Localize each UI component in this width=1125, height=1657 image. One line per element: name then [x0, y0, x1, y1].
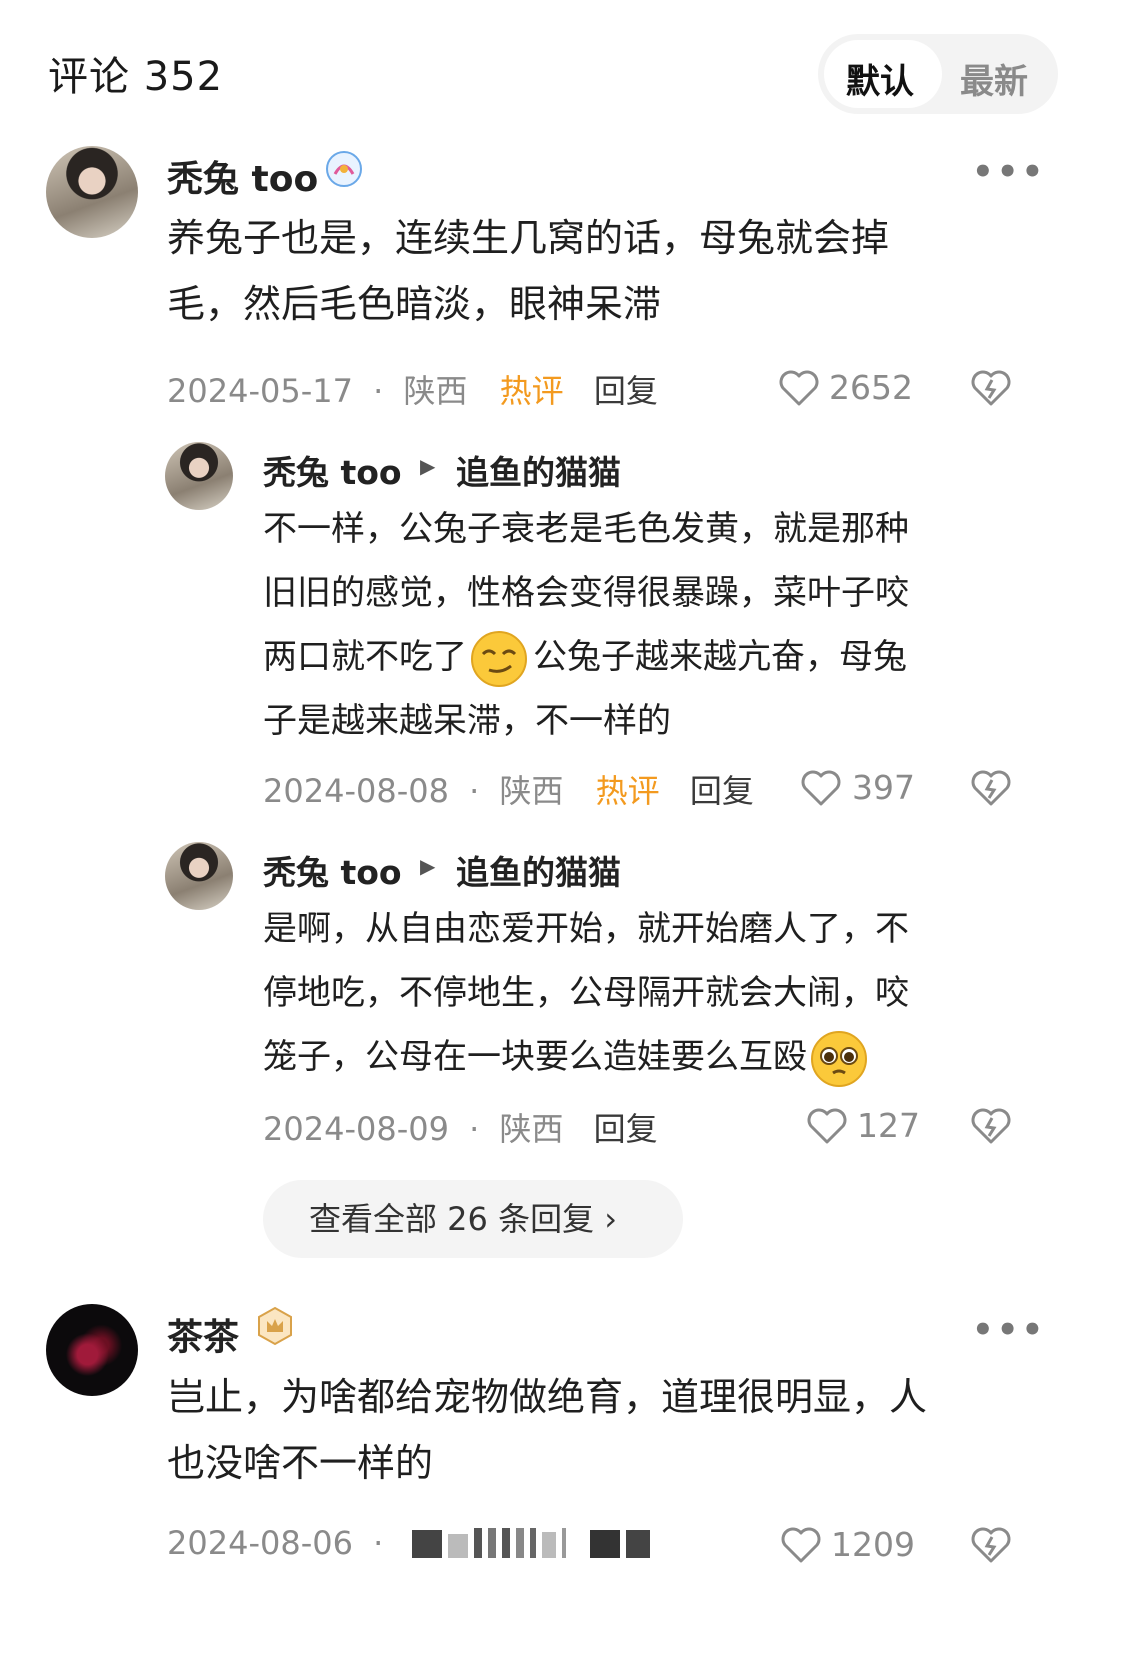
view-all-replies-button[interactable]: 查看全部 26 条回复 ›	[263, 1180, 683, 1258]
crown-badge-icon	[256, 1306, 294, 1346]
like-count: 2652	[829, 368, 913, 407]
comment-date: 2024-08-06	[167, 1524, 353, 1562]
reply-to-arrow-icon: ▶	[420, 854, 436, 878]
reply-button[interactable]: 回复	[594, 372, 658, 410]
more-options-icon[interactable]: •••	[972, 152, 1046, 192]
reply-text-line: 停地吃，不停地生，公母隔开就会大闹，咬	[263, 973, 909, 1013]
reply-location: 陕西	[499, 1110, 564, 1148]
reply-date: 2024-08-09	[263, 1110, 449, 1148]
reply-location: 陕西	[499, 772, 564, 810]
reply-text-line: 是啊，从自由恋爱开始，就开始磨人了，不	[263, 909, 909, 949]
comment-text-line: 也没啥不一样的	[167, 1441, 434, 1485]
reply-username[interactable]: 秃兔 too	[263, 846, 402, 894]
comment-date: 2024-05-17	[167, 372, 353, 410]
reply-text-line: 笼子，公母在一块要么造娃要么互殴	[263, 1037, 807, 1077]
pleading-emoji-icon	[809, 1030, 871, 1088]
sort-default-button[interactable]: 默认	[846, 54, 914, 103]
hot-badge: 热评	[595, 772, 660, 810]
avatar[interactable]	[46, 146, 138, 238]
comment-username[interactable]: 茶茶	[167, 1308, 239, 1360]
reply-text-line: 两口就不吃了	[263, 637, 467, 677]
separator: ·	[469, 1110, 480, 1148]
avatar[interactable]	[46, 1304, 138, 1396]
comment-username[interactable]: 秃兔 too	[167, 150, 318, 202]
dislike-broken-heart-icon[interactable]	[970, 1525, 1012, 1565]
like-heart-icon[interactable]	[806, 1106, 848, 1146]
comment-text-line: 岂止，为啥都给宠物做绝育，道理很明显，人	[167, 1375, 928, 1419]
redacted-location-block	[412, 1524, 652, 1562]
reply-to-username[interactable]: 追鱼的猫猫	[456, 446, 621, 494]
reply-to-arrow-icon: ▶	[420, 454, 436, 478]
reply-text-line: 旧旧的感觉，性格会变得很暴躁，菜叶子咬	[263, 573, 909, 613]
like-count: 397	[852, 768, 915, 807]
reply-date: 2024-08-08	[263, 772, 449, 810]
comment-text-line: 毛，然后毛色暗淡，眼神呆滞	[167, 282, 662, 326]
reply-button[interactable]: 回复	[594, 1110, 658, 1148]
like-heart-icon[interactable]	[778, 368, 820, 408]
comments-title: 评论 352	[48, 54, 224, 100]
dislike-broken-heart-icon[interactable]	[970, 368, 1012, 408]
separator: ·	[469, 772, 480, 810]
reply-username[interactable]: 秃兔 too	[263, 446, 402, 494]
smirk-emoji-icon	[469, 630, 531, 688]
reply-text-line: 不一样，公兔子衰老是毛色发黄，就是那种	[263, 509, 909, 549]
like-count: 127	[857, 1106, 920, 1145]
like-heart-icon[interactable]	[780, 1525, 822, 1565]
separator: ·	[373, 1524, 384, 1562]
comment-location: 陕西	[403, 372, 468, 410]
reply-to-username[interactable]: 追鱼的猫猫	[456, 846, 621, 894]
reply-text-line: 子是越来越呆滞，不一样的	[263, 701, 671, 741]
dislike-broken-heart-icon[interactable]	[970, 768, 1012, 808]
comment-text-line: 养兔子也是，连续生几窝的话，母兔就会掉	[167, 216, 890, 260]
dislike-broken-heart-icon[interactable]	[970, 1106, 1012, 1146]
user-badge-icon	[325, 150, 363, 188]
more-options-icon[interactable]: •••	[972, 1310, 1046, 1350]
like-heart-icon[interactable]	[800, 768, 842, 808]
view-all-replies-label: 查看全部 26 条回复 ›	[309, 1200, 618, 1238]
reply-text-line: 公兔子越来越亢奋，母兔	[533, 637, 907, 677]
avatar[interactable]	[165, 442, 233, 510]
avatar[interactable]	[165, 842, 233, 910]
reply-button[interactable]: 回复	[690, 772, 754, 810]
sort-latest-button[interactable]: 最新	[960, 54, 1028, 103]
separator: ·	[373, 372, 384, 410]
hot-badge: 热评	[499, 372, 564, 410]
like-count: 1209	[831, 1525, 915, 1564]
